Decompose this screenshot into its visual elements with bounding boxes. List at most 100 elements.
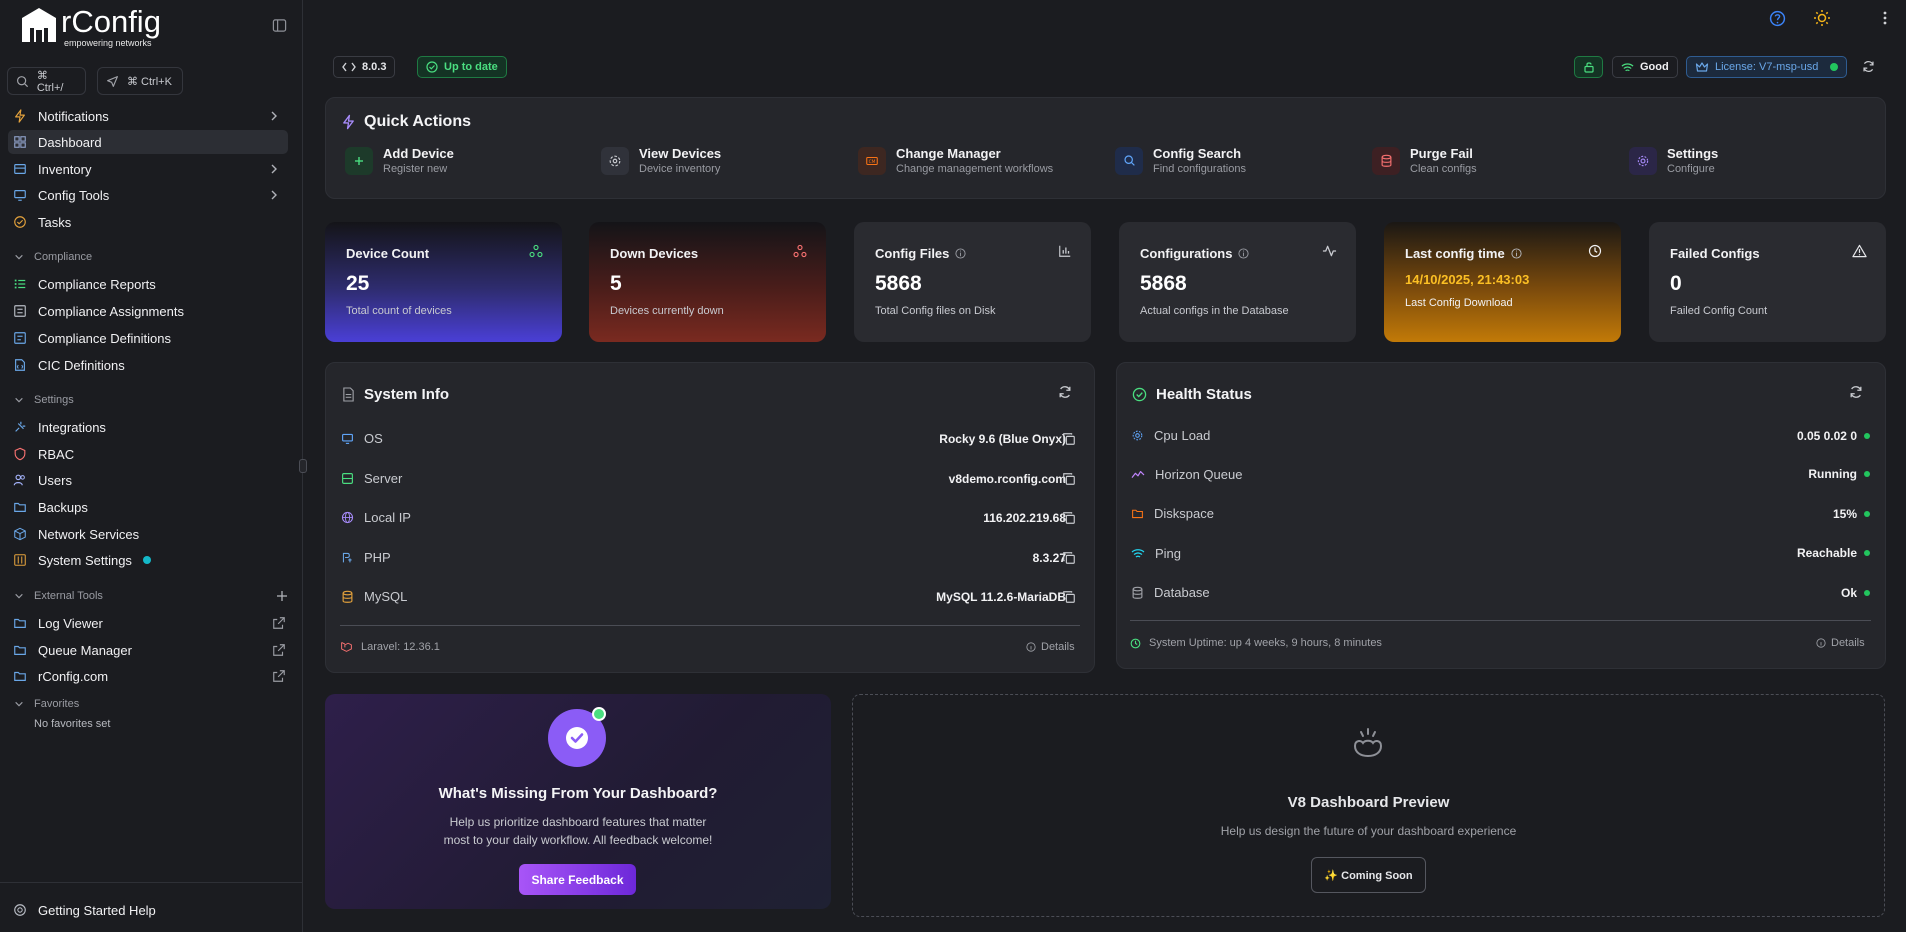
license-badge[interactable]: License: V7-msp-usd xyxy=(1686,56,1848,78)
command-shortcut-button[interactable]: ⌘ Ctrl+K xyxy=(97,67,183,95)
quick-action-config-search[interactable]: Config Search Find configurations xyxy=(1115,146,1246,175)
definitions-icon xyxy=(14,332,26,344)
quick-action-purge-fail[interactable]: Purge Fail Clean configs xyxy=(1372,146,1477,175)
version-badge[interactable]: 8.0.3 xyxy=(333,56,396,78)
stat-title: Failed Configs xyxy=(1670,246,1760,261)
sidebar-item-log-viewer[interactable]: Log Viewer xyxy=(8,611,288,635)
health-row-diskspace: Diskspace xyxy=(1131,506,1214,521)
copy-icon[interactable] xyxy=(1062,511,1076,525)
sidebar-item-network-services[interactable]: Network Services xyxy=(8,522,288,546)
quick-action-subtitle: Register new xyxy=(383,163,448,175)
stat-card-last-config-time[interactable]: Last config time 14/10/2025, 21:43:03 La… xyxy=(1384,222,1621,342)
quick-action-title: Change Manager xyxy=(896,146,1001,161)
monitor-icon xyxy=(14,190,26,201)
sun-icon[interactable] xyxy=(1813,9,1831,27)
getting-started-help[interactable]: Getting Started Help xyxy=(8,898,288,922)
quick-action-change-manager[interactable]: CM Change Manager Change management workf… xyxy=(858,146,1053,175)
sidebar-item-integrations[interactable]: Integrations xyxy=(8,415,288,439)
database-icon xyxy=(1132,586,1143,599)
sidebar-item-label: Integrations xyxy=(38,419,106,435)
section-external-tools[interactable]: External Tools xyxy=(14,587,288,605)
zap-icon xyxy=(343,114,354,130)
health-details-link[interactable]: Details xyxy=(1816,637,1865,649)
info-icon[interactable] xyxy=(955,248,966,259)
app-logo[interactable]: rConfig empowering networks xyxy=(20,6,161,50)
feedback-line2: most to your daily workflow. All feedbac… xyxy=(443,833,713,847)
health-value: Running xyxy=(1808,467,1857,481)
sysinfo-label: Local IP xyxy=(364,510,411,525)
sidebar-item-compliance-definitions[interactable]: Compliance Definitions xyxy=(8,326,288,350)
quick-action-settings[interactable]: Settings Configure xyxy=(1629,146,1718,175)
sidebar-item-label: Queue Manager xyxy=(38,642,132,658)
sidebar-item-label: Compliance Reports xyxy=(38,276,156,292)
health-status-header: Health Status xyxy=(1132,386,1252,403)
more-vertical-icon[interactable] xyxy=(1882,10,1888,26)
section-compliance[interactable]: Compliance xyxy=(14,248,92,266)
sidebar-item-label: Log Viewer xyxy=(38,615,103,631)
sidebar-item-dashboard[interactable]: Dashboard xyxy=(8,130,288,154)
connection-status-badge[interactable]: Good xyxy=(1612,56,1678,78)
info-icon[interactable] xyxy=(1511,248,1522,259)
sysinfo-details-link[interactable]: Details xyxy=(1026,641,1075,653)
sidebar-item-compliance-assignments[interactable]: Compliance Assignments xyxy=(8,299,288,323)
stat-value: 25 xyxy=(346,272,370,295)
sidebar-item-cic-definitions[interactable]: CIC Definitions xyxy=(8,353,288,377)
section-label: Settings xyxy=(34,394,74,406)
chevron-right-icon xyxy=(271,190,277,200)
status-dot xyxy=(1864,433,1870,439)
chevron-down-icon xyxy=(15,397,23,403)
stat-card-down-devices[interactable]: Down Devices 5 Devices currently down xyxy=(589,222,826,342)
preview-title: V8 Dashboard Preview xyxy=(1287,794,1450,811)
info-icon[interactable] xyxy=(1238,248,1249,259)
sidebar-item-tasks[interactable]: Tasks xyxy=(8,210,288,234)
stat-card-device-count[interactable]: Device Count 25 Total count of devices xyxy=(325,222,562,342)
lock-badge[interactable] xyxy=(1574,56,1603,78)
sidebar-item-rconfig-com[interactable]: rConfig.com xyxy=(8,664,288,688)
quick-action-add-device[interactable]: Add Device Register new xyxy=(345,146,454,175)
share-feedback-button[interactable]: Share Feedback xyxy=(519,864,636,895)
stat-card-config-files[interactable]: Config Files 5868 Total Config files on … xyxy=(854,222,1091,342)
section-settings[interactable]: Settings xyxy=(14,391,74,409)
sidebar-item-compliance-reports[interactable]: Compliance Reports xyxy=(8,272,288,296)
update-status-label: Up to date xyxy=(444,61,498,73)
coming-soon-button[interactable]: ✨ Coming Soon xyxy=(1311,857,1426,893)
stat-title-row: Last config time xyxy=(1405,246,1522,261)
stat-value: 0 xyxy=(1670,272,1682,295)
sidebar-item-rbac[interactable]: RBAC xyxy=(8,442,288,466)
sidebar-item-queue-manager[interactable]: Queue Manager xyxy=(8,638,288,662)
stat-card-configurations[interactable]: Configurations 5868 Actual configs in th… xyxy=(1119,222,1356,342)
copy-icon[interactable] xyxy=(1062,432,1076,446)
quick-action-title: View Devices xyxy=(639,146,722,161)
help-icon[interactable] xyxy=(1769,10,1786,27)
plus-icon[interactable] xyxy=(276,590,288,602)
sidebar: rConfig empowering networks ⌘ Ctrl+/ ⌘ C… xyxy=(0,0,307,932)
sidebar-divider xyxy=(0,882,303,883)
sidebar-item-inventory[interactable]: Inventory xyxy=(8,157,288,181)
folder-icon xyxy=(14,645,26,655)
quick-actions-header: Quick Actions xyxy=(341,113,471,131)
zap-icon xyxy=(15,109,25,123)
copy-icon[interactable] xyxy=(1062,590,1076,604)
section-favorites[interactable]: Favorites xyxy=(14,695,79,713)
search-shortcut-button[interactable]: ⌘ Ctrl+/ xyxy=(7,67,86,95)
sidebar-item-system-settings[interactable]: System Settings xyxy=(8,548,288,572)
copy-icon[interactable] xyxy=(1062,551,1076,565)
sidebar-item-notifications[interactable]: Notifications xyxy=(8,104,288,128)
sidebar-item-config-tools[interactable]: Config Tools xyxy=(8,183,288,207)
refresh-icon[interactable] xyxy=(1862,60,1875,73)
plus-icon xyxy=(345,146,373,175)
quick-actions-title: Quick Actions xyxy=(364,113,471,130)
update-status-badge[interactable]: Up to date xyxy=(417,56,507,78)
refresh-icon[interactable] xyxy=(1849,385,1863,399)
stat-card-failed-configs[interactable]: Failed Configs 0 Failed Config Count xyxy=(1649,222,1886,342)
quick-action-view-devices[interactable]: View Devices Device inventory xyxy=(601,146,721,175)
sidebar-collapse-button[interactable] xyxy=(272,18,287,33)
copy-icon[interactable] xyxy=(1062,472,1076,486)
globe-icon xyxy=(341,511,354,524)
refresh-icon[interactable] xyxy=(1058,385,1072,399)
sidebar-item-label: Network Services xyxy=(38,526,140,542)
sidebar-item-users[interactable]: Users xyxy=(8,468,288,492)
sidebar-item-backups[interactable]: Backups xyxy=(8,495,288,519)
health-row-horizon: Horizon Queue xyxy=(1131,467,1242,482)
folder-icon xyxy=(1132,509,1143,519)
